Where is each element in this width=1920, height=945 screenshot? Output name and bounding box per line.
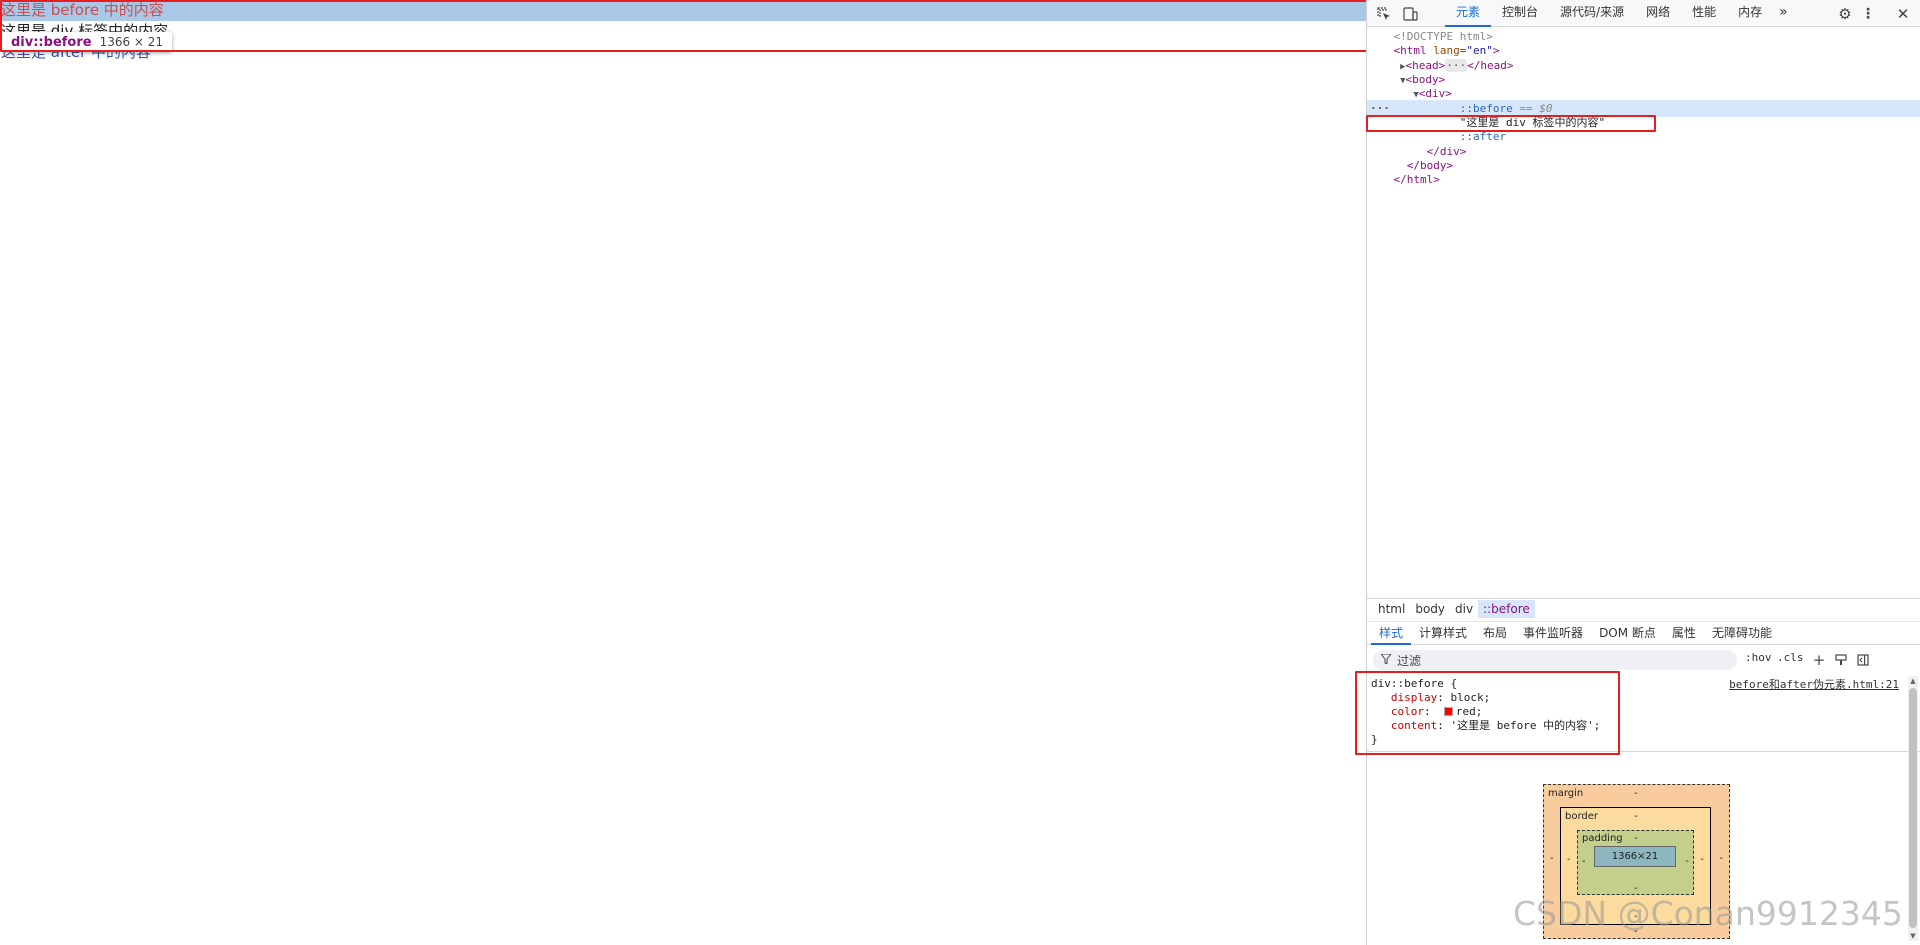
devtools-tabs: 元素 控制台 源代码/来源 网络 性能 内存 » — [1445, 0, 1794, 27]
tab-performance[interactable]: 性能 — [1681, 0, 1727, 27]
border-left-value: - — [1567, 854, 1571, 865]
filter-input[interactable]: 过滤 — [1373, 650, 1737, 670]
styles-filter-bar: 过滤 :hov .cls + — [1367, 647, 1920, 673]
tab-styles[interactable]: 样式 — [1371, 622, 1412, 645]
after-pseudo-node: ::after — [1459, 130, 1507, 143]
filter-funnel-icon — [1379, 653, 1393, 667]
margin-right-value: - — [1719, 853, 1723, 864]
style-rule-pane: div::before { display: block; color: red… — [1367, 674, 1920, 752]
border-label: border — [1565, 811, 1599, 822]
inspect-tooltip: div::before 1366 × 21 — [2, 32, 173, 52]
tab-computed[interactable]: 计算样式 — [1411, 622, 1475, 645]
tab-accessibility[interactable]: 无障碍功能 — [1704, 622, 1780, 645]
padding-left-value: - — [1582, 856, 1586, 867]
more-tabs-button[interactable]: » — [1773, 0, 1794, 27]
tooltip-tag: div::before — [11, 35, 92, 50]
scroll-down-icon[interactable]: ▼ — [1908, 931, 1918, 941]
styles-subtabs: 样式 计算样式 布局 事件监听器 DOM 断点 属性 无障碍功能 — [1367, 621, 1920, 645]
prop-name-content: content — [1390, 719, 1438, 732]
html-open-tag: <html — [1393, 44, 1427, 57]
breadcrumb-body[interactable]: body — [1410, 600, 1450, 618]
style-prop-display[interactable]: display: block; — [1371, 691, 1490, 705]
cls-toggle-button[interactable]: .cls — [1777, 651, 1804, 664]
filter-placeholder: 过滤 — [1397, 653, 1422, 668]
scroll-up-icon[interactable]: ▲ — [1908, 676, 1918, 686]
breadcrumb-div[interactable]: div — [1450, 600, 1478, 618]
page-viewport: 这里是 before 中的内容 这里是 div 标签中的内容 这里是 after… — [0, 0, 1366, 945]
border-top-value: - — [1634, 811, 1638, 822]
prop-value-content: '这里是 before 中的内容'; — [1450, 719, 1601, 732]
dom-html-close-line[interactable]: </html> — [1367, 171, 1920, 188]
html-close-tag: </html> — [1393, 173, 1440, 186]
margin-left-value: - — [1550, 853, 1554, 864]
paint-brush-icon[interactable] — [1833, 652, 1849, 668]
tab-dom-breakpoints[interactable]: DOM 断点 — [1591, 622, 1664, 645]
toggle-sidebar-icon[interactable] — [1855, 652, 1871, 668]
scrollbar-thumb[interactable] — [1909, 688, 1917, 928]
style-source-link[interactable]: before和after伪元素.html:21 — [1729, 676, 1899, 692]
tab-memory[interactable]: 内存 — [1727, 0, 1773, 27]
device-toolbar-icon[interactable] — [1400, 4, 1420, 24]
style-rule-selector[interactable]: div::before { — [1371, 677, 1457, 691]
html-attr-value: "en" — [1466, 44, 1493, 57]
tab-console[interactable]: 控制台 — [1491, 0, 1549, 27]
padding-top-value: - — [1634, 833, 1638, 844]
padding-right-value: - — [1685, 856, 1689, 867]
close-icon[interactable]: ✕ — [1893, 4, 1913, 24]
border-right-value: - — [1700, 854, 1704, 865]
box-model-padding[interactable]: padding - - - - 1366×21 — [1577, 830, 1694, 895]
tab-properties[interactable]: 属性 — [1664, 622, 1704, 645]
before-pseudo-text: 这里是 before 中的内容 — [1, 1, 164, 19]
csdn-watermark: CSDN @Conan9912345 — [1513, 894, 1903, 933]
padding-label: padding — [1582, 833, 1623, 844]
new-style-rule-icon[interactable]: + — [1811, 651, 1827, 669]
kebab-menu-icon[interactable]: ⋮ — [1858, 4, 1878, 24]
html-attr-name: lang — [1426, 44, 1460, 57]
breadcrumb: html body div ::before — [1367, 598, 1920, 619]
prop-value-color: red; — [1455, 705, 1483, 718]
inspect-element-icon[interactable] — [1374, 4, 1394, 24]
margin-label: margin — [1548, 788, 1584, 799]
tab-elements[interactable]: 元素 — [1445, 0, 1492, 27]
tooltip-dims: 1366 × 21 — [99, 35, 164, 49]
tab-layout[interactable]: 布局 — [1475, 622, 1515, 645]
box-model-content[interactable]: 1366×21 — [1594, 846, 1676, 867]
tab-network[interactable]: 网络 — [1635, 0, 1681, 27]
tab-event-listeners[interactable]: 事件监听器 — [1515, 622, 1591, 645]
prop-value-display: block; — [1450, 691, 1491, 704]
tab-sources[interactable]: 源代码/来源 — [1549, 0, 1635, 27]
dom-tree: <!DOCTYPE html> <html lang="en"> ▶<head>… — [1367, 28, 1920, 593]
margin-top-value: - — [1634, 788, 1638, 799]
div-open-tag: <div> — [1418, 87, 1452, 100]
hov-toggle-button[interactable]: :hov — [1745, 651, 1772, 664]
padding-bottom-value: - — [1634, 883, 1638, 894]
element-highlight-overlay — [0, 0, 1366, 21]
style-rule-close: } — [1371, 733, 1378, 746]
style-prop-color[interactable]: color: red; — [1371, 705, 1483, 719]
devtools-toolbar: 元素 控制台 源代码/来源 网络 性能 内存 » ⚙ ⋮ ✕ — [1367, 0, 1920, 27]
color-swatch-icon[interactable] — [1443, 707, 1453, 716]
breadcrumb-html[interactable]: html — [1373, 600, 1410, 618]
style-prop-content[interactable]: content: '这里是 before 中的内容'; — [1371, 719, 1600, 733]
styles-scrollbar[interactable]: ▲ ▼ — [1908, 676, 1918, 941]
prop-name-color: color — [1390, 705, 1424, 718]
prop-name-display: display — [1390, 691, 1438, 704]
breadcrumb-before[interactable]: ::before — [1478, 600, 1535, 618]
devtools-panel: 元素 控制台 源代码/来源 网络 性能 内存 » ⚙ ⋮ ✕ <!DOCTYPE… — [1366, 0, 1920, 945]
settings-gear-icon[interactable]: ⚙ — [1835, 4, 1855, 24]
html-open-close-bracket: > — [1492, 44, 1500, 57]
